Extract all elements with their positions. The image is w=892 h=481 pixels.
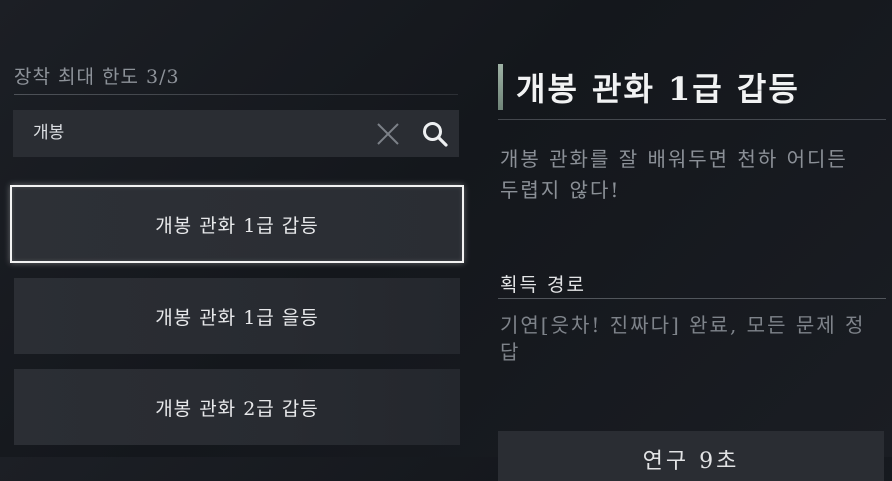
search-icon[interactable] <box>421 120 449 148</box>
list-item-label: 개봉 관화 1급 을등 <box>155 306 319 329</box>
acquisition-text: 기연[읏차! 진짜다] 완료, 모든 문제 정답 <box>500 313 866 364</box>
research-button-label: 연구 9초 <box>642 449 740 474</box>
divider <box>498 298 886 299</box>
capacity-label: 장착 최대 한도 3/3 <box>14 66 180 88</box>
item-description: 개봉 관화를 잘 배워두면 천하 어디든 두렵지 않다! <box>500 147 848 202</box>
list-item[interactable]: 개봉 관화 1급 을등 <box>14 278 460 354</box>
title-accent-bar <box>498 64 503 110</box>
list-item-selected[interactable]: 개봉 관화 1급 갑등 <box>10 185 464 263</box>
close-icon[interactable] <box>375 121 401 147</box>
inventory-panel: 장착 최대 한도 3/3 개봉 관화 1급 갑등 개봉 관화 1급 을등 개봉 … <box>0 0 470 457</box>
search-box[interactable] <box>13 110 459 157</box>
divider <box>14 94 458 95</box>
acquisition-heading: 획득 경로 <box>500 274 586 296</box>
list-item-label: 개봉 관화 2급 갑등 <box>155 397 319 420</box>
list-item[interactable]: 개봉 관화 2급 갑등 <box>14 369 460 445</box>
research-button[interactable]: 연구 9초 <box>498 431 884 481</box>
detail-title: 개봉 관화 1급 갑등 <box>516 70 800 108</box>
detail-panel: 개봉 관화 1급 갑등 개봉 관화를 잘 배워두면 천하 어디든 두렵지 않다!… <box>498 0 892 481</box>
list-item-label: 개봉 관화 1급 갑등 <box>155 214 319 237</box>
search-input[interactable] <box>33 110 363 157</box>
divider <box>498 119 886 120</box>
